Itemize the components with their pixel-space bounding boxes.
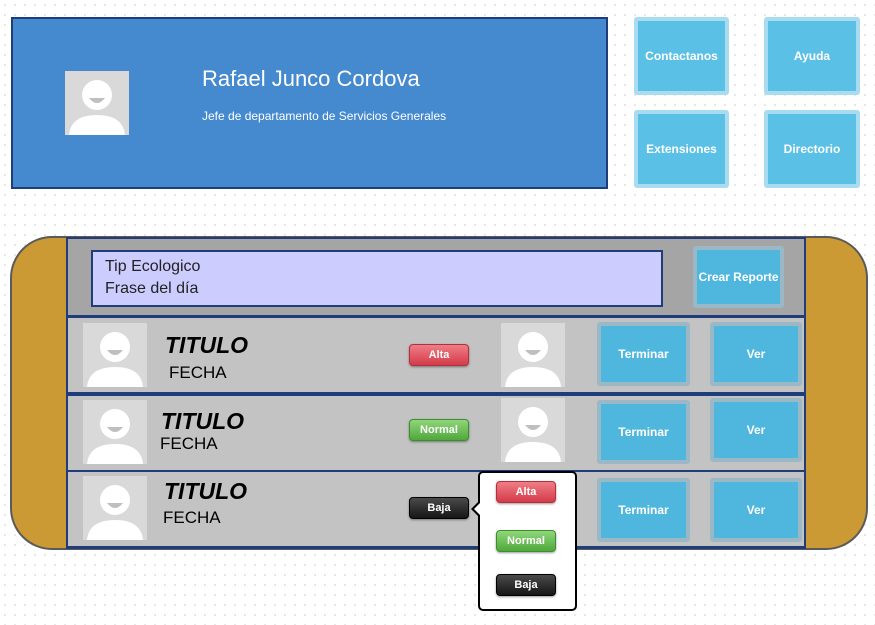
priority-option-normal[interactable]: Normal xyxy=(496,530,556,552)
priority-baja-button[interactable]: Baja xyxy=(409,497,469,519)
ayuda-button[interactable]: Ayuda xyxy=(764,17,860,95)
report-date: FECHA xyxy=(160,434,218,453)
priority-option-baja[interactable]: Baja xyxy=(496,574,556,596)
priority-normal-button[interactable]: Normal xyxy=(409,419,469,441)
tip-title: Tip Ecologico xyxy=(105,258,201,275)
terminar-button[interactable]: Terminar xyxy=(597,400,690,464)
report-date: FECHA xyxy=(163,508,221,527)
terminar-button[interactable]: Terminar xyxy=(597,478,690,542)
terminar-button[interactable]: Terminar xyxy=(597,322,690,386)
ver-button[interactable]: Ver xyxy=(710,322,802,386)
report-title: TITULO xyxy=(164,478,248,504)
ver-button[interactable]: Ver xyxy=(710,478,802,542)
create-report-button[interactable]: Crear Reporte xyxy=(693,246,784,308)
priority-option-alta[interactable]: Alta xyxy=(496,481,556,503)
tip-phrase: Frase del día xyxy=(105,280,199,297)
profile-name: Rafael Junco Cordova xyxy=(202,66,420,91)
assignee-avatar-icon xyxy=(501,323,565,387)
report-avatar-icon xyxy=(83,476,147,540)
dropdown-pointer-fill xyxy=(474,502,481,516)
tip-box: Tip Ecologico Frase del día xyxy=(91,250,663,307)
report-date: FECHA xyxy=(169,363,227,382)
report-avatar-icon xyxy=(83,400,147,464)
assignee-avatar-icon xyxy=(501,398,565,462)
ver-button[interactable]: Ver xyxy=(710,398,802,462)
report-title: TITULO xyxy=(165,332,249,358)
profile-avatar-icon xyxy=(65,71,129,135)
priority-alta-button[interactable]: Alta xyxy=(409,344,469,366)
report-avatar-icon xyxy=(83,323,147,387)
directorio-button[interactable]: Directorio xyxy=(764,110,860,188)
contactanos-button[interactable]: Contactanos xyxy=(634,17,729,95)
profile-panel: Rafael Junco Cordova Jefe de departament… xyxy=(11,17,608,189)
profile-role: Jefe de departamento de Servicios Genera… xyxy=(202,109,447,123)
report-title: TITULO xyxy=(161,408,245,434)
extensiones-button[interactable]: Extensiones xyxy=(634,110,729,188)
